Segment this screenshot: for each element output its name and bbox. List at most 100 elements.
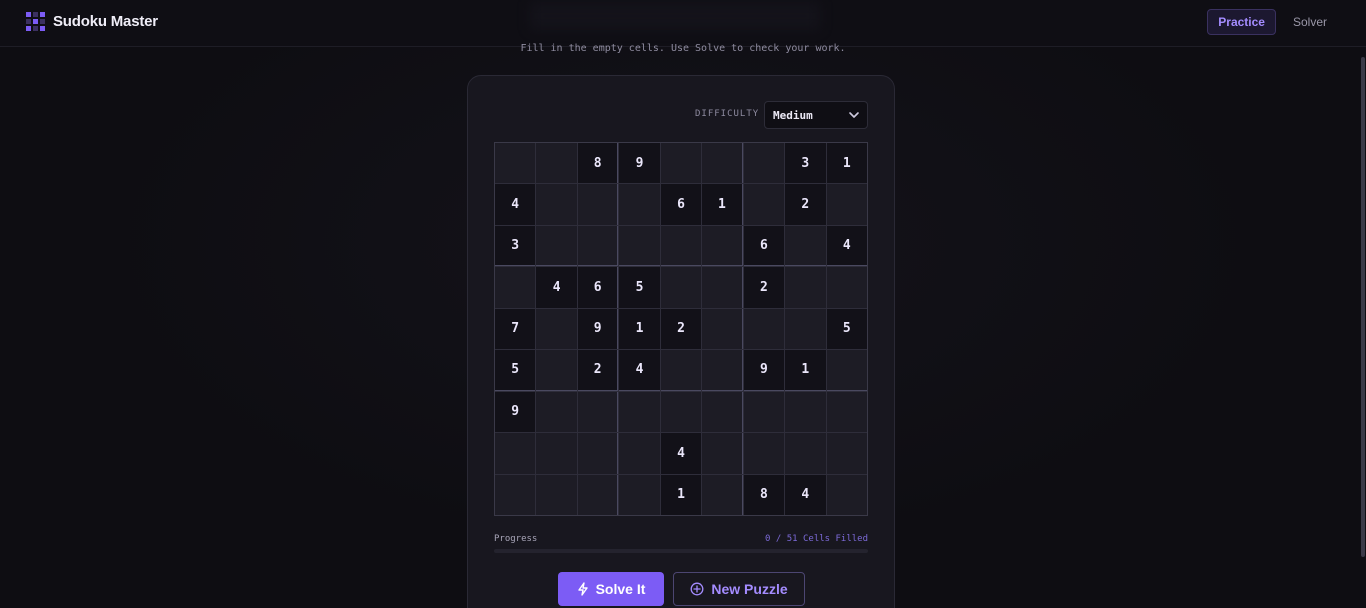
sudoku-board: 893146123644652791255249194184 <box>494 142 868 516</box>
page-scrollbar[interactable] <box>1360 47 1366 608</box>
sudoku-cell[interactable] <box>536 474 577 515</box>
sudoku-cell[interactable] <box>577 391 619 433</box>
sudoku-cell: 5 <box>619 267 660 308</box>
sudoku-cell[interactable] <box>536 433 577 474</box>
new-puzzle-button-label: New Puzzle <box>711 581 788 597</box>
sudoku-cell[interactable] <box>785 433 826 474</box>
sudoku-cell: 8 <box>577 143 619 184</box>
sudoku-cell[interactable] <box>702 308 743 350</box>
sudoku-cell[interactable] <box>785 267 826 308</box>
sudoku-cell: 5 <box>826 308 867 350</box>
sudoku-cell: 2 <box>577 350 619 391</box>
progress-bar <box>494 549 868 553</box>
sudoku-cell[interactable] <box>785 225 826 267</box>
sudoku-cell: 9 <box>619 143 660 184</box>
sudoku-cell[interactable] <box>577 225 619 267</box>
sudoku-cell[interactable] <box>619 184 660 225</box>
sudoku-cell[interactable] <box>536 308 577 350</box>
sudoku-cell[interactable] <box>536 184 577 225</box>
sudoku-cell: 1 <box>660 474 702 515</box>
sudoku-cell[interactable] <box>577 433 619 474</box>
sudoku-cell[interactable] <box>702 433 743 474</box>
difficulty-select[interactable]: Medium <box>764 101 868 129</box>
chevron-down-icon <box>849 112 859 118</box>
bolt-icon <box>577 582 588 596</box>
logo-grid-icon <box>26 12 45 31</box>
sudoku-cell: 9 <box>495 391 536 433</box>
sudoku-cell: 8 <box>743 474 785 515</box>
sudoku-cell: 4 <box>536 267 577 308</box>
sudoku-cell[interactable] <box>619 433 660 474</box>
solve-button[interactable]: Solve It <box>558 572 664 606</box>
sudoku-cell[interactable] <box>660 267 702 308</box>
sudoku-cell[interactable] <box>660 225 702 267</box>
sudoku-cell[interactable] <box>495 143 536 184</box>
sudoku-cell: 4 <box>660 433 702 474</box>
header-decoration <box>530 2 820 30</box>
sudoku-cell[interactable] <box>702 225 743 267</box>
sudoku-cell: 1 <box>619 308 660 350</box>
sudoku-cell[interactable] <box>743 308 785 350</box>
sudoku-cell: 1 <box>826 143 867 184</box>
sudoku-cell: 3 <box>495 225 536 267</box>
scrollbar-thumb[interactable] <box>1361 57 1365 557</box>
sudoku-cell[interactable] <box>660 391 702 433</box>
sudoku-cell: 6 <box>743 225 785 267</box>
sudoku-cell[interactable] <box>495 433 536 474</box>
sudoku-cell[interactable] <box>536 225 577 267</box>
sudoku-cell[interactable] <box>495 267 536 308</box>
sudoku-cell[interactable] <box>826 474 867 515</box>
plus-circle-icon <box>690 582 704 596</box>
sudoku-cell: 1 <box>785 350 826 391</box>
new-puzzle-button[interactable]: New Puzzle <box>673 572 805 606</box>
brand[interactable]: Sudoku Master <box>26 12 158 31</box>
sudoku-cell: 6 <box>577 267 619 308</box>
difficulty-value: Medium <box>773 109 813 122</box>
sudoku-cell[interactable] <box>785 308 826 350</box>
sudoku-cell: 2 <box>743 267 785 308</box>
sudoku-cell[interactable] <box>619 474 660 515</box>
sudoku-cell[interactable] <box>743 184 785 225</box>
sudoku-cell[interactable] <box>577 184 619 225</box>
sudoku-cell: 4 <box>826 225 867 267</box>
page-subtitle: Fill in the empty cells. Use Solve to ch… <box>520 43 846 54</box>
sudoku-cell[interactable] <box>577 474 619 515</box>
sudoku-cell[interactable] <box>619 391 660 433</box>
sudoku-cell[interactable] <box>660 143 702 184</box>
sudoku-cell: 2 <box>785 184 826 225</box>
sudoku-cell[interactable] <box>743 391 785 433</box>
sudoku-cell[interactable] <box>743 143 785 184</box>
sudoku-cell[interactable] <box>702 350 743 391</box>
sudoku-cell[interactable] <box>536 143 577 184</box>
progress-count: 0 / 51 Cells Filled <box>765 534 868 544</box>
sudoku-cell: 2 <box>660 308 702 350</box>
sudoku-cell: 6 <box>660 184 702 225</box>
sudoku-cell[interactable] <box>826 433 867 474</box>
app-root: Sudoku Master Practice Solver Fill in th… <box>0 0 1366 608</box>
sudoku-cell[interactable] <box>702 267 743 308</box>
sudoku-cell[interactable] <box>536 350 577 391</box>
brand-name: Sudoku Master <box>53 13 158 30</box>
sudoku-cell[interactable] <box>743 433 785 474</box>
sudoku-cell: 1 <box>702 184 743 225</box>
sudoku-cell[interactable] <box>826 350 867 391</box>
sudoku-cell: 9 <box>743 350 785 391</box>
sudoku-cell[interactable] <box>495 474 536 515</box>
nav-solver[interactable]: Solver <box>1282 9 1338 35</box>
sudoku-card: DIFFICULTY Medium 8931461236446527912552… <box>467 75 895 608</box>
sudoku-cell: 5 <box>495 350 536 391</box>
sudoku-cell[interactable] <box>536 391 577 433</box>
nav-practice[interactable]: Practice <box>1207 9 1276 35</box>
progress-label: Progress <box>494 534 538 544</box>
top-navbar: Sudoku Master Practice Solver <box>0 0 1366 47</box>
sudoku-cell[interactable] <box>702 143 743 184</box>
sudoku-cell: 9 <box>577 308 619 350</box>
sudoku-cell[interactable] <box>826 391 867 433</box>
sudoku-cell[interactable] <box>785 391 826 433</box>
sudoku-cell[interactable] <box>826 184 867 225</box>
sudoku-cell[interactable] <box>702 391 743 433</box>
sudoku-cell[interactable] <box>660 350 702 391</box>
sudoku-cell[interactable] <box>826 267 867 308</box>
sudoku-cell[interactable] <box>619 225 660 267</box>
sudoku-cell[interactable] <box>702 474 743 515</box>
